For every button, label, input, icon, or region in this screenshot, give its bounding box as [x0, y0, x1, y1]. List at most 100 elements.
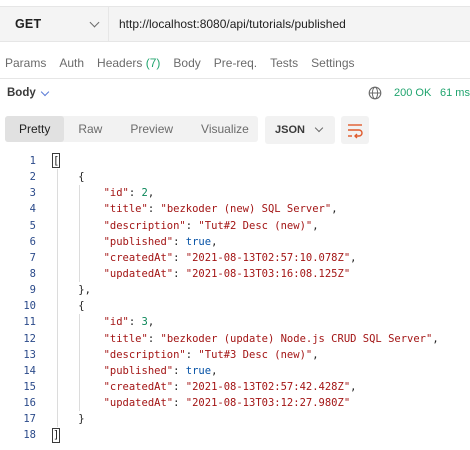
code-line: 11 "id": 3,	[0, 314, 470, 330]
line-number: 12	[23, 332, 36, 345]
response-body-dropdown[interactable]: Body	[7, 87, 36, 99]
view-tab-raw[interactable]: Raw	[64, 116, 116, 142]
url-input[interactable]: http://localhost:8080/api/tutorials/publ…	[109, 7, 470, 41]
tab-headers[interactable]: Headers (7)	[97, 54, 160, 72]
line-number: 11	[23, 316, 36, 329]
view-tab-visualize[interactable]: Visualize	[187, 116, 263, 142]
chevron-down-icon	[89, 17, 100, 27]
line-number: 14	[23, 364, 36, 377]
response-body-code[interactable]: 1[ 2 { 3 "id": 2, 4 "title": "bezkoder (…	[0, 153, 470, 444]
code-text: "id": 2,	[103, 187, 155, 200]
format-select[interactable]: JSON	[265, 116, 335, 144]
json-string: "Tut#3 Desc (new)"	[198, 348, 313, 361]
json-string: "Tut#2 Desc (new)"	[198, 219, 313, 232]
line-number: 7	[29, 251, 36, 264]
code-line: 1[	[0, 153, 470, 169]
tab-pre-request[interactable]: Pre-req.	[214, 54, 257, 72]
tab-tests[interactable]: Tests	[270, 54, 298, 72]
line-number: 9	[29, 284, 36, 297]
view-tabs: Pretty Raw Preview Visualize	[5, 116, 258, 142]
json-key: "title"	[103, 332, 148, 345]
request-tabs: Params Auth Headers (7) Body Pre-req. Te…	[0, 54, 362, 72]
line-number: 15	[23, 380, 36, 393]
line-number: 10	[23, 300, 36, 313]
json-key: "id"	[103, 316, 129, 329]
code-text: "id": 3,	[103, 316, 155, 329]
json-key: "createdAt"	[103, 251, 174, 264]
json-string: "bezkoder (update) Node.js CRUD SQL Serv…	[160, 332, 433, 345]
tab-auth[interactable]: Auth	[59, 54, 84, 72]
response-time[interactable]: 61 ms	[440, 87, 470, 99]
method-label: GET	[15, 17, 42, 31]
code-line: 9 },	[0, 282, 470, 298]
json-key: "updatedAt"	[103, 267, 174, 280]
code-text: "description": "Tut#2 Desc (new)",	[103, 219, 319, 232]
wrap-lines-icon	[348, 124, 363, 139]
json-string: "2021-08-13T02:57:42.428Z"	[185, 380, 351, 393]
code-text: "createdAt": "2021-08-13T02:57:10.078Z",	[103, 251, 357, 264]
chevron-down-icon	[314, 123, 324, 133]
line-number: 3	[29, 187, 36, 200]
code-text: }	[53, 413, 85, 426]
code-line: 7 "createdAt": "2021-08-13T02:57:10.078Z…	[0, 250, 470, 266]
code-text: "updatedAt": "2021-08-13T03:12:27.980Z"	[103, 397, 351, 410]
code-line: 12 "title": "bezkoder (update) Node.js C…	[0, 331, 470, 347]
line-number: 4	[29, 203, 36, 216]
json-string: "bezkoder (new) SQL Server"	[160, 203, 332, 216]
tab-params[interactable]: Params	[5, 54, 46, 72]
code-line: 4 "title": "bezkoder (new) SQL Server",	[0, 201, 470, 217]
line-number: 18	[23, 429, 36, 442]
code-line: 2 {	[0, 169, 470, 185]
json-key: "updatedAt"	[103, 397, 174, 410]
code-line: 15 "createdAt": "2021-08-13T02:57:42.428…	[0, 379, 470, 395]
code-text: "title": "bezkoder (update) Node.js CRUD…	[103, 332, 439, 345]
json-key: "published"	[103, 364, 174, 377]
code-line: 6 "published": true,	[0, 234, 470, 250]
code-text: "published": true,	[103, 235, 218, 248]
json-number: 3	[141, 316, 148, 329]
format-label: JSON	[275, 124, 305, 136]
tab-headers-label: Headers	[97, 56, 143, 70]
line-number: 16	[23, 397, 36, 410]
view-tab-preview[interactable]: Preview	[116, 116, 187, 142]
view-tab-pretty[interactable]: Pretty	[5, 116, 65, 142]
code-line: 13 "description": "Tut#3 Desc (new)",	[0, 347, 470, 363]
divider	[0, 78, 470, 79]
request-bar: GET http://localhost:8080/api/tutorials/…	[0, 6, 470, 42]
code-text: "updatedAt": "2021-08-13T03:16:08.125Z"	[103, 267, 351, 280]
chevron-down-icon[interactable]	[40, 87, 50, 97]
json-boolean: true	[185, 364, 212, 377]
code-text: },	[53, 284, 91, 297]
tab-body[interactable]: Body	[173, 54, 200, 72]
status-code[interactable]: 200 OK	[394, 87, 431, 99]
line-number: 13	[23, 348, 36, 361]
method-select[interactable]: GET	[0, 7, 109, 41]
line-number: 1	[29, 155, 36, 167]
tab-settings[interactable]: Settings	[311, 54, 354, 72]
response-header: Body 200 OK 61 ms	[0, 84, 470, 106]
line-number: 6	[29, 235, 36, 248]
code-line: 18]	[0, 427, 470, 443]
code-text: "title": "bezkoder (new) SQL Server",	[103, 203, 338, 216]
wrap-lines-button[interactable]	[341, 116, 369, 144]
code-text: "published": true,	[103, 364, 218, 377]
code-line: 17 }	[0, 411, 470, 427]
code-line: 3 "id": 2,	[0, 185, 470, 201]
globe-icon[interactable]	[368, 86, 382, 100]
json-number: 2	[141, 187, 148, 200]
json-key: "title"	[103, 203, 148, 216]
bracket-match-highlight	[52, 153, 60, 168]
bracket-match-highlight	[52, 428, 60, 443]
json-key: "createdAt"	[103, 380, 174, 393]
headers-count: (7)	[145, 56, 161, 70]
code-text: "createdAt": "2021-08-13T02:57:42.428Z",	[103, 380, 357, 393]
line-number: 5	[29, 219, 36, 232]
json-key: "description"	[103, 219, 186, 232]
line-number: 8	[29, 267, 36, 280]
json-string: "2021-08-13T03:12:27.980Z"	[185, 397, 351, 410]
code-line: 14 "published": true,	[0, 363, 470, 379]
code-line: 5 "description": "Tut#2 Desc (new)",	[0, 218, 470, 234]
line-number: 2	[29, 171, 36, 184]
code-text: "description": "Tut#3 Desc (new)",	[103, 348, 319, 361]
json-boolean: true	[185, 235, 212, 248]
